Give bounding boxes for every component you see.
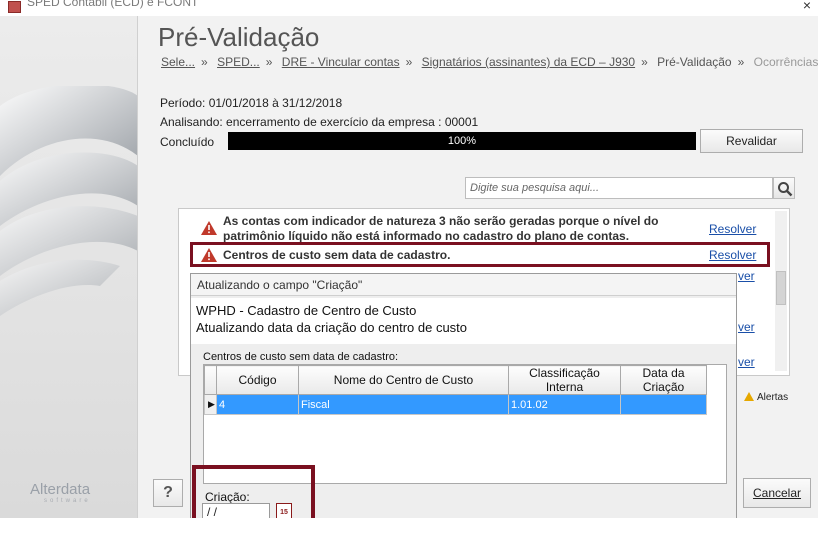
alterdata-logo: Alterdata software	[30, 481, 91, 504]
search-input[interactable]: Digite sua pesquisa aqui...	[465, 177, 773, 199]
alert-icon	[744, 392, 754, 401]
revalidar-button[interactable]: Revalidar	[700, 129, 803, 153]
grid-group-label: Centros de custo sem data de cadastro:	[203, 351, 399, 363]
warning-icon	[201, 248, 217, 262]
search-placeholder: Digite sua pesquisa aqui...	[470, 182, 600, 194]
resolver-link[interactable]: Resolver	[709, 222, 756, 236]
resolver-link-partial[interactable]: ver	[738, 269, 755, 283]
cell-classificacao[interactable]: 1.01.02	[508, 394, 621, 415]
breadcrumb-item-dre[interactable]: DRE - Vincular contas	[282, 55, 400, 69]
alerts-label: Alertas	[757, 392, 789, 403]
dialog-heading: WPHD - Cadastro de Centro de Custo	[196, 303, 417, 318]
progress-text: 100%	[447, 135, 477, 147]
scrollbar-thumb[interactable]	[776, 271, 786, 305]
table-row[interactable]: ▶ 4 Fiscal 1.01.02	[204, 394, 707, 415]
column-header-classificacao[interactable]: Classificação Interna	[508, 365, 621, 395]
analisando-text: Analisando: encerramento de exercício da…	[160, 115, 479, 129]
grid-table: Código Nome do Centro de Custo Classific…	[204, 365, 707, 415]
row-indicator-icon: ▶	[204, 394, 217, 415]
cell-nome[interactable]: Fiscal	[298, 394, 509, 415]
cancelar-button[interactable]: Cancelar	[743, 478, 811, 508]
search-button[interactable]	[773, 177, 795, 199]
resolver-link[interactable]: Resolver	[709, 248, 756, 262]
cell-codigo[interactable]: 4	[216, 394, 299, 415]
decorative-shapes-icon	[0, 86, 137, 316]
breadcrumb-item-signatarios[interactable]: Signatários (assinantes) da ECD – J930	[422, 55, 635, 69]
search-icon	[778, 182, 793, 197]
breadcrumb-next: Ocorrências	[753, 55, 819, 69]
warning-icon	[201, 221, 217, 235]
criacao-label: Criação:	[205, 490, 250, 504]
alerts-indicator[interactable]: Alertas	[744, 392, 788, 403]
breadcrumb: Sele...» SPED...» DRE - Vincular contas»…	[161, 55, 819, 69]
concluido-label: Concluído	[160, 135, 215, 149]
column-header-nome[interactable]: Nome do Centro de Custo	[298, 365, 509, 395]
dialog-subheading: Atualizando data da criação do centro de…	[196, 320, 468, 335]
breadcrumb-current: Pré-Validação	[657, 55, 732, 69]
page-title: Pré-Validação	[158, 22, 320, 52]
dialog-title: Atualizando o campo "Criação"	[191, 274, 736, 296]
dialog-header: WPHD - Cadastro de Centro de Custo Atual…	[191, 298, 736, 344]
window-titlebar: SPED Contábil (ECD) e FCONT ×	[0, 0, 823, 16]
grid-indicator-header	[204, 365, 217, 395]
cell-data[interactable]	[620, 394, 707, 415]
breadcrumb-item-selecao[interactable]: Sele...	[161, 55, 195, 69]
brand-sub: software	[44, 498, 91, 504]
occurrence-text: Centros de custo sem data de cadastro.	[223, 248, 451, 262]
brand-name: Alterdata	[30, 481, 91, 498]
help-button[interactable]: ?	[153, 479, 183, 507]
window-bottom-edge	[0, 518, 823, 535]
periodo-text: Período: 01/01/2018 à 31/12/2018	[160, 96, 343, 110]
list-scrollbar[interactable]	[775, 211, 787, 371]
resolver-link-partial[interactable]: ver	[738, 355, 755, 369]
breadcrumb-item-sped[interactable]: SPED...	[217, 55, 260, 69]
progress-bar: 100%	[228, 132, 696, 150]
column-header-data[interactable]: Data da Criação	[620, 365, 707, 395]
occurrence-text: As contas com indicador de natureza 3 nã…	[223, 214, 659, 243]
left-decorative-panel: Alterdata software	[0, 16, 138, 518]
close-icon[interactable]: ×	[803, 0, 811, 13]
resolver-link-partial[interactable]: ver	[738, 320, 755, 334]
window-title: SPED Contábil (ECD) e FCONT	[27, 0, 199, 9]
app-grid-icon	[8, 1, 21, 13]
column-header-codigo[interactable]: Código	[216, 365, 299, 395]
